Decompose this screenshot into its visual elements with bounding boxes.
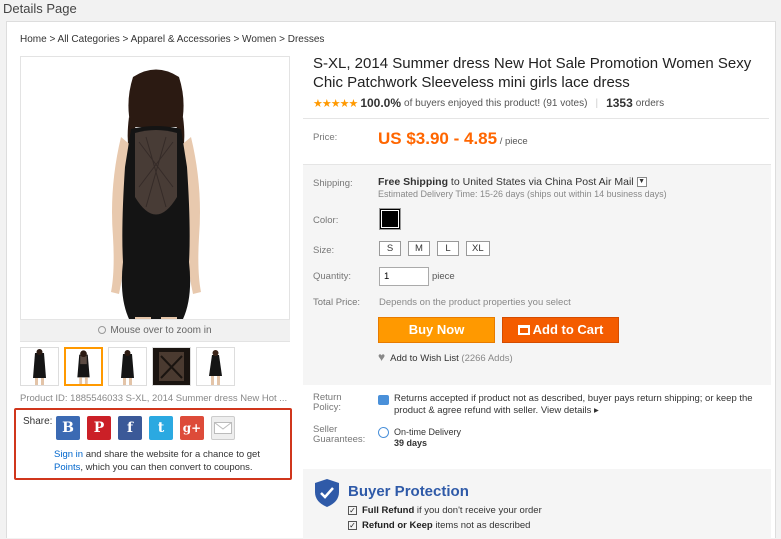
google-plus-share-icon[interactable]: g+ xyxy=(180,416,204,440)
total-price-value: Depends on the product properties you se… xyxy=(379,297,571,308)
delivery-estimate: Estimated Delivery Time: 15-26 days (shi… xyxy=(378,189,667,199)
main-product-image[interactable] xyxy=(20,56,290,342)
clock-icon xyxy=(378,427,389,438)
on-time-delivery: On-time Delivery 39 days xyxy=(394,427,461,449)
share-label: Share: xyxy=(23,416,53,427)
full-refund-bold: Full Refund xyxy=(362,505,415,516)
star-rating-icon[interactable]: ★★★★★ xyxy=(313,97,358,110)
thumbnail-4[interactable] xyxy=(152,347,191,386)
product-detail-frame: Home > All Categories > Apparel & Access… xyxy=(6,21,776,539)
twitter-share-icon[interactable]: t xyxy=(149,416,173,440)
size-option-m[interactable]: M xyxy=(408,241,430,256)
refund-or-keep-rest: items not as described xyxy=(432,520,531,531)
breadcrumb[interactable]: Home > All Categories > Apparel & Access… xyxy=(20,34,324,45)
product-id: Product ID: 1885546033 S-XL, 2014 Summer… xyxy=(20,393,288,404)
price-unit: / piece xyxy=(497,136,528,147)
price-amount: US $3.90 - 4.85 xyxy=(378,129,498,148)
check-icon: ✓ xyxy=(348,521,357,530)
thumbnail-5[interactable] xyxy=(196,347,235,386)
thumbnail-1[interactable] xyxy=(20,347,59,386)
return-policy-text: Returns accepted if product not as descr… xyxy=(394,393,764,417)
cart-icon xyxy=(517,325,530,335)
size-option-s[interactable]: S xyxy=(379,241,401,256)
heart-icon: ♥ xyxy=(378,350,386,364)
zoom-hint-text: Mouse over to zoom in xyxy=(110,325,212,336)
color-label: Color: xyxy=(313,215,339,226)
share-text-mid: and share the website for a chance to ge… xyxy=(83,449,260,460)
refund-or-keep-item: ✓ Refund or Keep items not as described xyxy=(348,520,530,531)
rating-text: of buyers enjoyed this product! (91 vote… xyxy=(404,97,588,109)
add-to-cart-button[interactable]: Add to Cart xyxy=(502,317,619,343)
full-refund-item: ✓ Full Refund if you don't receive your o… xyxy=(348,505,542,516)
refund-or-keep-bold: Refund or Keep xyxy=(362,520,433,531)
quantity-input[interactable] xyxy=(379,267,429,286)
email-share-icon[interactable] xyxy=(211,416,235,440)
shield-icon xyxy=(315,479,339,507)
share-text-end: , which you can then convert to coupons. xyxy=(80,462,253,473)
on-time-delivery-label: On-time Delivery xyxy=(394,427,462,437)
quantity-label: Quantity: xyxy=(313,271,352,282)
orders-count: 1353 xyxy=(606,96,633,110)
return-icon xyxy=(378,395,389,405)
total-price-label: Total Price: xyxy=(313,297,360,308)
orders-label: orders xyxy=(635,97,665,109)
rating-row: ★★★★★ 100.0% of buyers enjoyed this prod… xyxy=(313,96,664,110)
rating-divider: | xyxy=(595,97,599,109)
sign-in-link[interactable]: Sign in xyxy=(54,449,83,460)
size-label: Size: xyxy=(313,245,335,256)
share-text: Sign in and share the website for a chan… xyxy=(54,448,289,474)
page-label: Details Page xyxy=(3,1,77,16)
view-details-link[interactable]: View details ▸ xyxy=(541,405,599,416)
pinterest-share-icon[interactable]: P xyxy=(87,416,111,440)
buyer-protection-title[interactable]: Buyer Protection xyxy=(348,483,469,500)
product-title: S-XL, 2014 Summer dress New Hot Sale Pro… xyxy=(313,55,752,91)
vk-share-icon[interactable]: B xyxy=(56,416,80,440)
shipping-to: to xyxy=(448,176,463,188)
add-to-cart-label: Add to Cart xyxy=(532,322,604,337)
shipping-info: Free Shipping to United States via China… xyxy=(378,176,647,188)
price-value: US $3.90 - 4.85 / piece xyxy=(378,129,528,149)
divider xyxy=(303,118,769,119)
wishlist-label: Add to Wish List xyxy=(390,353,459,364)
shipping-label: Shipping: xyxy=(313,178,353,189)
size-option-l[interactable]: L xyxy=(437,241,459,256)
points-link[interactable]: Points xyxy=(54,462,80,473)
return-policy-label: Return Policy: xyxy=(313,392,342,413)
thumbnail-2[interactable] xyxy=(64,347,103,386)
seller-guarantees-label: Seller Guarantees: xyxy=(313,424,366,445)
quantity-unit: piece xyxy=(432,271,455,282)
price-label: Price: xyxy=(313,132,338,143)
wishlist-count: (2266 Adds) xyxy=(461,353,513,364)
free-shipping: Free Shipping xyxy=(378,176,449,188)
zoom-hint-bar: Mouse over to zoom in xyxy=(20,319,290,341)
facebook-share-icon[interactable]: f xyxy=(118,416,142,440)
share-box: Share: B P f t g+ Sign in and share the … xyxy=(14,408,292,480)
add-to-wishlist[interactable]: ♥ Add to Wish List (2266 Adds) xyxy=(378,350,513,364)
color-swatch-black[interactable] xyxy=(379,208,401,230)
full-refund-rest: if you don't receive your order xyxy=(414,505,542,516)
thumbnail-3[interactable] xyxy=(108,347,147,386)
rating-percent: 100.0% xyxy=(360,96,402,110)
shipping-destination: United States via China Post Air Mail xyxy=(462,176,634,188)
magnifier-icon xyxy=(98,326,107,334)
on-time-delivery-days: 39 days xyxy=(394,438,428,448)
thumbnail-strip xyxy=(20,347,235,386)
check-icon: ✓ xyxy=(348,506,357,515)
size-option-xl[interactable]: XL xyxy=(466,241,490,256)
shipping-dropdown-icon[interactable]: ▼ xyxy=(636,177,647,188)
buy-now-button[interactable]: Buy Now xyxy=(378,317,495,343)
share-icons: B P f t g+ xyxy=(56,416,235,440)
size-options: S M L XL xyxy=(379,241,490,256)
